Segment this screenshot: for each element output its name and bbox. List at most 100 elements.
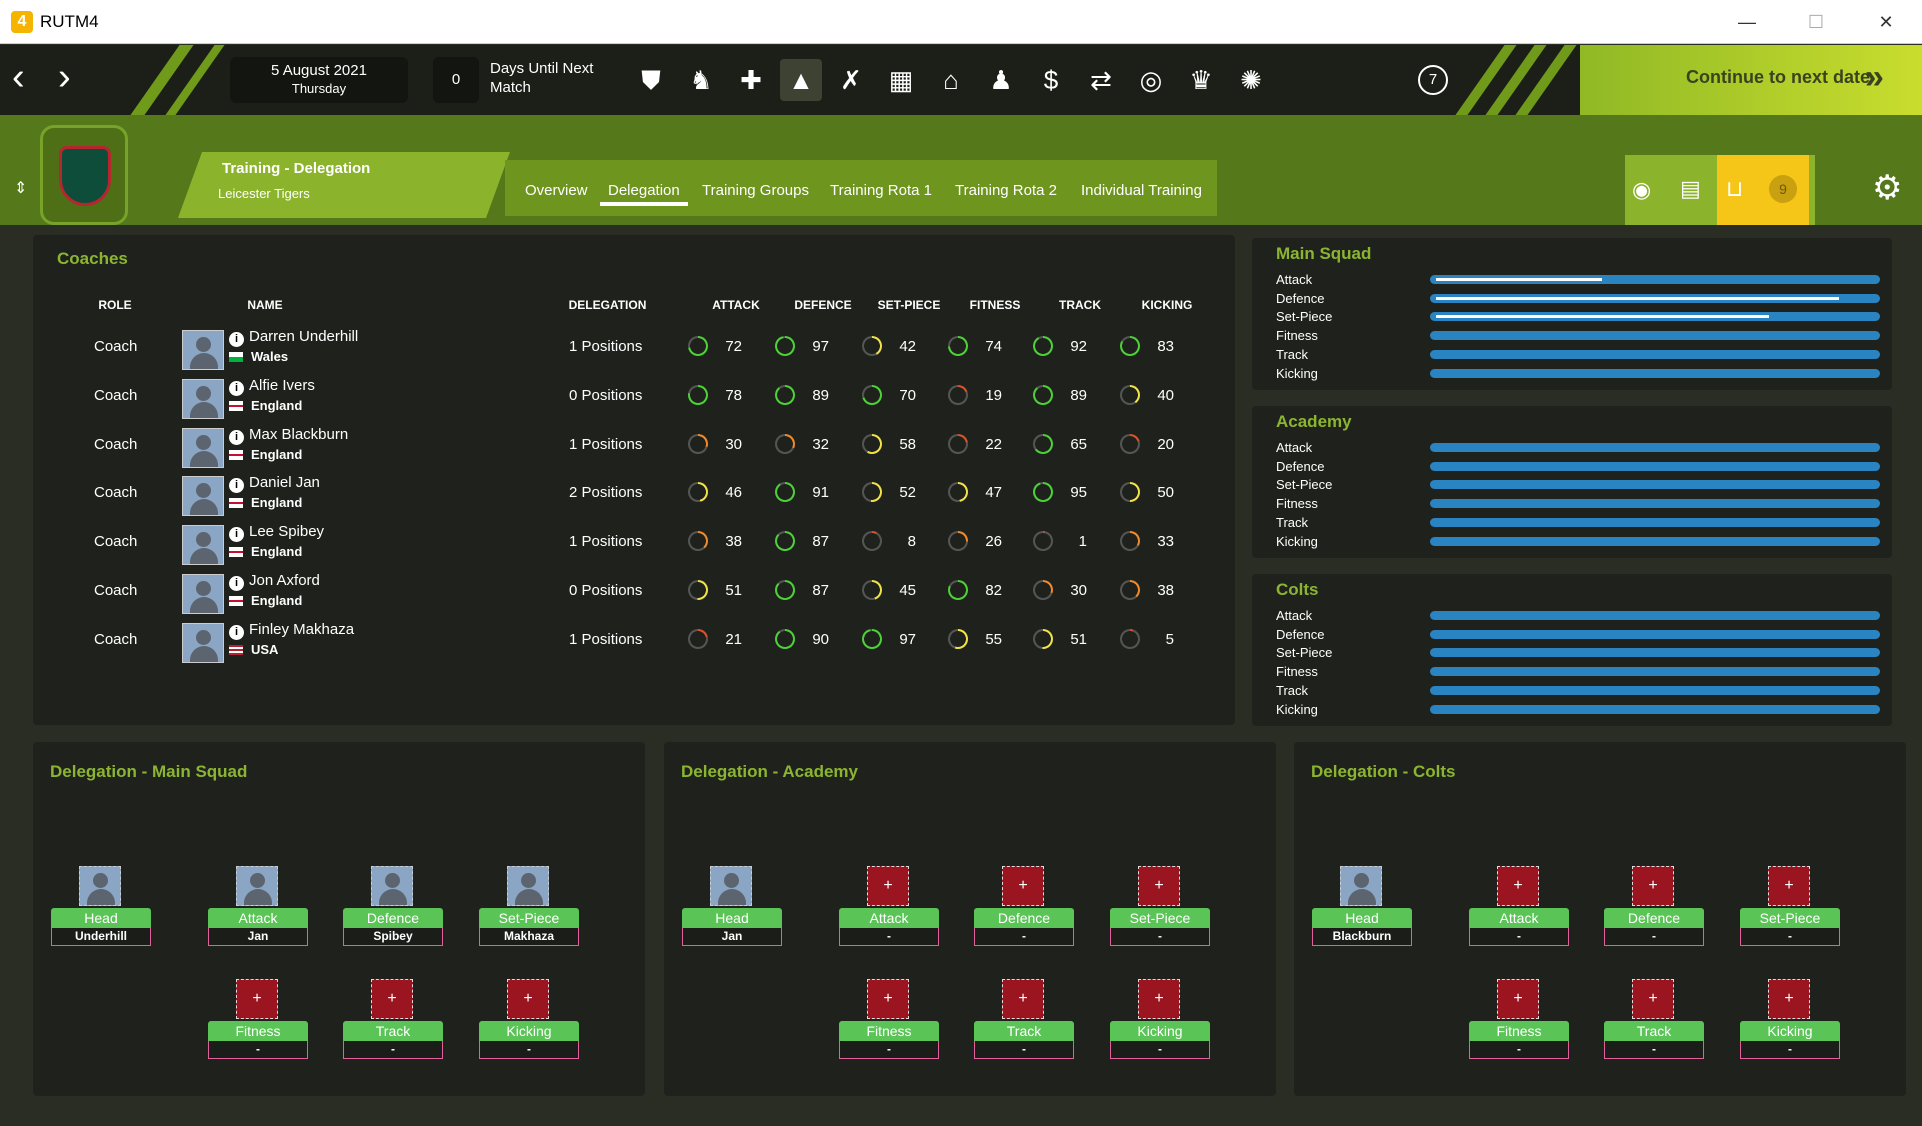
add-coach-icon[interactable]: + — [1002, 866, 1044, 906]
club-icon[interactable]: ✺ — [1230, 59, 1272, 101]
info-icon[interactable]: i — [229, 332, 244, 347]
collapse-toggle-icon[interactable]: ⇕ — [14, 178, 27, 198]
delegation-slot-kicking[interactable]: + Kicking - — [1740, 979, 1840, 1061]
coach-avatar[interactable] — [182, 427, 224, 468]
delegation-slot-attack[interactable]: Attack Jan — [208, 866, 308, 948]
forward-arrow-icon[interactable]: › — [58, 58, 71, 96]
info-icon[interactable]: i — [229, 527, 244, 543]
info-icon[interactable]: i — [229, 624, 244, 640]
gear-icon[interactable]: ⚙ — [1872, 168, 1902, 208]
add-coach-icon[interactable]: + — [1632, 979, 1674, 1019]
col-fitness[interactable]: FITNESS — [960, 298, 1030, 312]
info-icon[interactable]: i — [229, 576, 244, 591]
delegation-slot-kicking[interactable]: + Kicking - — [479, 979, 579, 1061]
coach-avatar[interactable] — [182, 525, 224, 566]
calendar-icon[interactable]: ▦ — [880, 59, 922, 101]
continue-label[interactable]: Continue to next date — [1686, 67, 1870, 88]
delegation-slot-attack[interactable]: + Attack - — [1469, 866, 1569, 948]
tactics-icon[interactable]: ✗ — [830, 59, 872, 101]
delegation-slot-defence[interactable]: + Defence - — [974, 866, 1074, 948]
coach-name[interactable]: Jon Axford — [249, 572, 320, 589]
delegation-slot-fitness[interactable]: + Fitness - — [208, 979, 308, 1061]
coach-avatar[interactable] — [182, 574, 224, 614]
shield-icon[interactable]: ⛊ — [630, 59, 672, 101]
tab-overview[interactable]: Overview — [525, 182, 588, 199]
delegation-slot-set-piece[interactable]: Set-Piece Makhaza — [479, 866, 579, 948]
delegation-slot-kicking[interactable]: + Kicking - — [1110, 979, 1210, 1061]
inbox-tray-icon[interactable]: ⊔ — [1726, 176, 1743, 202]
add-coach-icon[interactable]: + — [867, 866, 909, 906]
continue-arrow-icon[interactable]: » — [1865, 58, 1884, 97]
add-coach-icon[interactable]: + — [1002, 979, 1044, 1019]
delegation-slot-fitness[interactable]: + Fitness - — [839, 979, 939, 1061]
add-coach-icon[interactable]: + — [1138, 979, 1180, 1019]
delegation-slot-defence[interactable]: Defence Spibey — [343, 866, 443, 948]
info-icon[interactable]: i — [229, 380, 244, 396]
info-icon[interactable]: i — [229, 478, 244, 494]
coach-avatar[interactable] — [507, 866, 549, 906]
tab-delegation[interactable]: Delegation — [600, 182, 688, 206]
add-coach-icon[interactable]: + — [867, 979, 909, 1019]
coach-name[interactable]: Daniel Jan — [249, 474, 320, 491]
coach-name[interactable]: Darren Underhill — [249, 328, 358, 345]
coach-name[interactable]: Finley Makhaza — [249, 621, 354, 638]
coach-avatar[interactable] — [1340, 866, 1382, 906]
add-coach-icon[interactable]: + — [507, 979, 549, 1019]
add-coach-icon[interactable]: + — [1497, 866, 1539, 906]
trophy-icon[interactable]: ♛ — [1180, 59, 1222, 101]
tab-training-rota-2[interactable]: Training Rota 2 — [955, 182, 1057, 199]
delegation-slot-fitness[interactable]: + Fitness - — [1469, 979, 1569, 1061]
col-kicking[interactable]: KICKING — [1132, 298, 1202, 312]
back-arrow-icon[interactable]: ‹ — [12, 58, 25, 96]
staff-icon[interactable]: ♟ — [980, 59, 1022, 101]
info-icon[interactable]: i — [229, 429, 244, 445]
training-cone-icon[interactable]: ▲ — [780, 59, 822, 101]
tab-training-rota-1[interactable]: Training Rota 1 — [830, 182, 932, 199]
scouting-icon[interactable]: ◎ — [1130, 59, 1172, 101]
col-track[interactable]: TRACK — [1045, 298, 1115, 312]
close-button[interactable]: ✕ — [1866, 8, 1906, 36]
add-coach-icon[interactable]: + — [1768, 979, 1810, 1019]
coach-avatar[interactable] — [79, 866, 121, 906]
coach-avatar[interactable] — [236, 866, 278, 906]
home-icon[interactable]: ⌂ — [930, 59, 972, 101]
col-defence[interactable]: DEFENCE — [788, 298, 858, 312]
delegation-slot-head[interactable]: Head Blackburn — [1312, 866, 1412, 948]
coach-avatar[interactable] — [182, 330, 224, 370]
maximize-button[interactable]: ☐ — [1796, 8, 1836, 36]
delegation-slot-head[interactable]: Head Jan — [682, 866, 782, 948]
notification-badge[interactable]: 7 — [1418, 65, 1448, 95]
coach-avatar[interactable] — [182, 378, 224, 419]
squad-icon[interactable]: ♞ — [680, 59, 722, 101]
transfer-icon[interactable]: ⇄ — [1080, 59, 1122, 101]
add-coach-icon[interactable]: + — [236, 979, 278, 1019]
delegation-slot-attack[interactable]: + Attack - — [839, 866, 939, 948]
coach-name[interactable]: Max Blackburn — [249, 426, 348, 443]
coach-avatar[interactable] — [182, 622, 224, 663]
table-row[interactable]: Coach i Finley Makhaza USA 1 Positions 21… — [34, 621, 1230, 679]
add-coach-icon[interactable]: + — [371, 979, 413, 1019]
add-coach-icon[interactable]: + — [1632, 866, 1674, 906]
minimize-button[interactable]: — — [1727, 8, 1767, 36]
clipboard-icon[interactable]: ▤ — [1680, 176, 1701, 202]
tab-training-groups[interactable]: Training Groups — [702, 182, 809, 199]
coach-avatar[interactable] — [371, 866, 413, 906]
col-setpiece[interactable]: SET-PIECE — [874, 298, 944, 312]
coach-avatar[interactable] — [710, 866, 752, 906]
col-name[interactable]: NAME — [240, 298, 290, 312]
delegation-slot-set-piece[interactable]: + Set-Piece - — [1740, 866, 1840, 948]
delegation-slot-set-piece[interactable]: + Set-Piece - — [1110, 866, 1210, 948]
delegation-slot-defence[interactable]: + Defence - — [1604, 866, 1704, 948]
add-coach-icon[interactable]: + — [1138, 866, 1180, 906]
coach-name[interactable]: Alfie Ivers — [249, 377, 315, 394]
add-coach-icon[interactable]: + — [1497, 979, 1539, 1019]
add-coach-icon[interactable]: + — [1768, 866, 1810, 906]
coach-avatar[interactable] — [182, 476, 224, 517]
col-delegation[interactable]: DELEGATION — [565, 298, 650, 312]
tab-individual-training[interactable]: Individual Training — [1081, 182, 1202, 199]
finance-icon[interactable]: $ — [1030, 59, 1072, 101]
col-attack[interactable]: ATTACK — [706, 298, 766, 312]
medical-icon[interactable]: ✚ — [730, 59, 772, 101]
delegation-slot-track[interactable]: + Track - — [1604, 979, 1704, 1061]
delegation-slot-track[interactable]: + Track - — [974, 979, 1074, 1061]
